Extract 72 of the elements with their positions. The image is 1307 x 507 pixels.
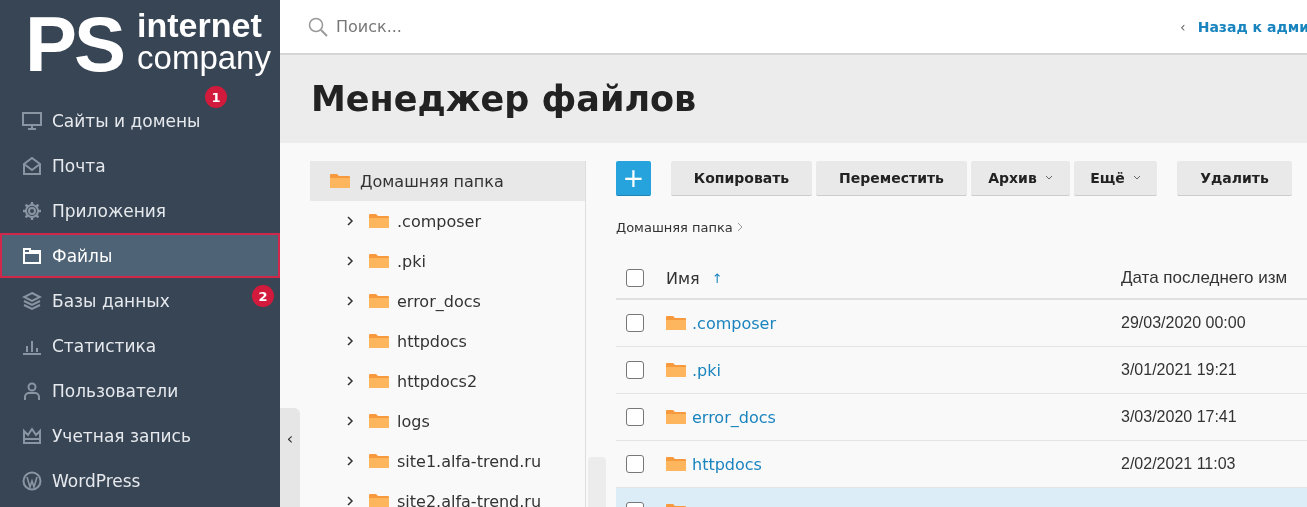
folder-icon [666,362,686,378]
folder-icon [369,413,389,429]
sidebar-item[interactable]: WordPress [0,458,200,503]
table-cell: 2/02/2021 11:03 [1121,455,1236,472]
checkbox[interactable] [626,269,644,287]
sidebar-item[interactable]: Учетная запись [0,413,200,458]
folder-icon [369,333,389,349]
checkbox[interactable] [626,361,644,379]
toolbar-button[interactable]: Переместить [816,161,967,196]
menu-button[interactable]: Архив [971,161,1070,196]
tree-item[interactable]: site1.alfa-trend.ru [310,441,585,481]
annotation-badge: 2 [252,285,274,307]
sidebar-item[interactable]: Пользователи [0,368,200,413]
table-cell: 3/03/2020 17:41 [1121,408,1237,425]
menu-button[interactable]: Ещё [1074,161,1157,196]
folder-icon [369,213,389,229]
file-link[interactable]: httpdocs [692,454,762,474]
wordpress-icon [22,470,42,491]
tree-item[interactable]: .pki [310,241,585,281]
sidebar-item[interactable]: Приложения [0,188,200,233]
tree-item[interactable]: error_docs [310,281,585,321]
page-title: Менеджер файлов [311,79,697,119]
tree-item[interactable]: logs [310,401,585,441]
logo-text: company [137,42,271,74]
back-link[interactable]: ‹ Назад к адми [1180,18,1307,35]
logo-mark: PS [25,8,124,80]
sidebar-item[interactable]: Сайты и домены [0,98,200,143]
folder-icon [369,493,389,507]
caret-icon [1044,175,1053,181]
file-link[interactable]: error_docs [692,407,776,427]
folder-icon [369,293,389,309]
folder-icon [666,409,686,425]
folder-icon [22,245,42,266]
tree-item[interactable]: site2.alfa-trend.ru [310,481,585,507]
envelope-icon [22,155,42,176]
table-cell: 29/03/2020 00:00 [1121,314,1246,331]
settings-icon [22,200,42,221]
sidebar-item[interactable]: Почта [0,143,200,188]
annotation-badge: 1 [205,86,227,108]
column-header[interactable]: Имя ↑ [666,268,1121,288]
table-cell: 3/01/2021 19:21 [1121,361,1237,378]
folder-icon [666,315,686,331]
checkbox[interactable] [626,314,644,332]
caret-icon [1132,175,1141,181]
layers-icon [22,290,42,311]
collapse-handle[interactable]: ‹ [280,408,300,507]
user-icon [22,380,42,401]
folder-icon [369,253,389,269]
crown-icon [22,425,42,446]
checkbox[interactable] [626,455,644,473]
sidebar-item[interactable]: Статистика [0,323,200,368]
folder-icon [369,453,389,469]
logo-text: internet [137,8,263,42]
tree-item[interactable]: httpdocs [310,321,585,361]
folder-icon [666,456,686,472]
sidebar-item[interactable]: Файлы [0,233,280,278]
checkbox[interactable] [626,408,644,426]
monitor-icon [22,110,42,131]
folder-icon [369,373,389,389]
file-link[interactable]: .pki [692,360,721,380]
column-header[interactable]: Дата последнего изм [1121,268,1307,288]
chevron-right-icon [736,222,743,232]
toolbar-button[interactable]: Копировать [671,161,812,196]
search-icon [308,16,328,37]
toolbar-button[interactable]: Удалить [1177,161,1292,196]
folder-icon [330,173,350,189]
tree-item[interactable]: httpdocs2 [310,361,585,401]
file-link[interactable]: .composer [692,313,776,333]
breadcrumb-link[interactable]: Домашняя папка [616,219,733,235]
tree-item[interactable]: Домашняя папка [310,161,585,201]
sidebar-item[interactable]: Базы данных [0,278,200,323]
tree-item[interactable]: .composer [310,201,585,241]
